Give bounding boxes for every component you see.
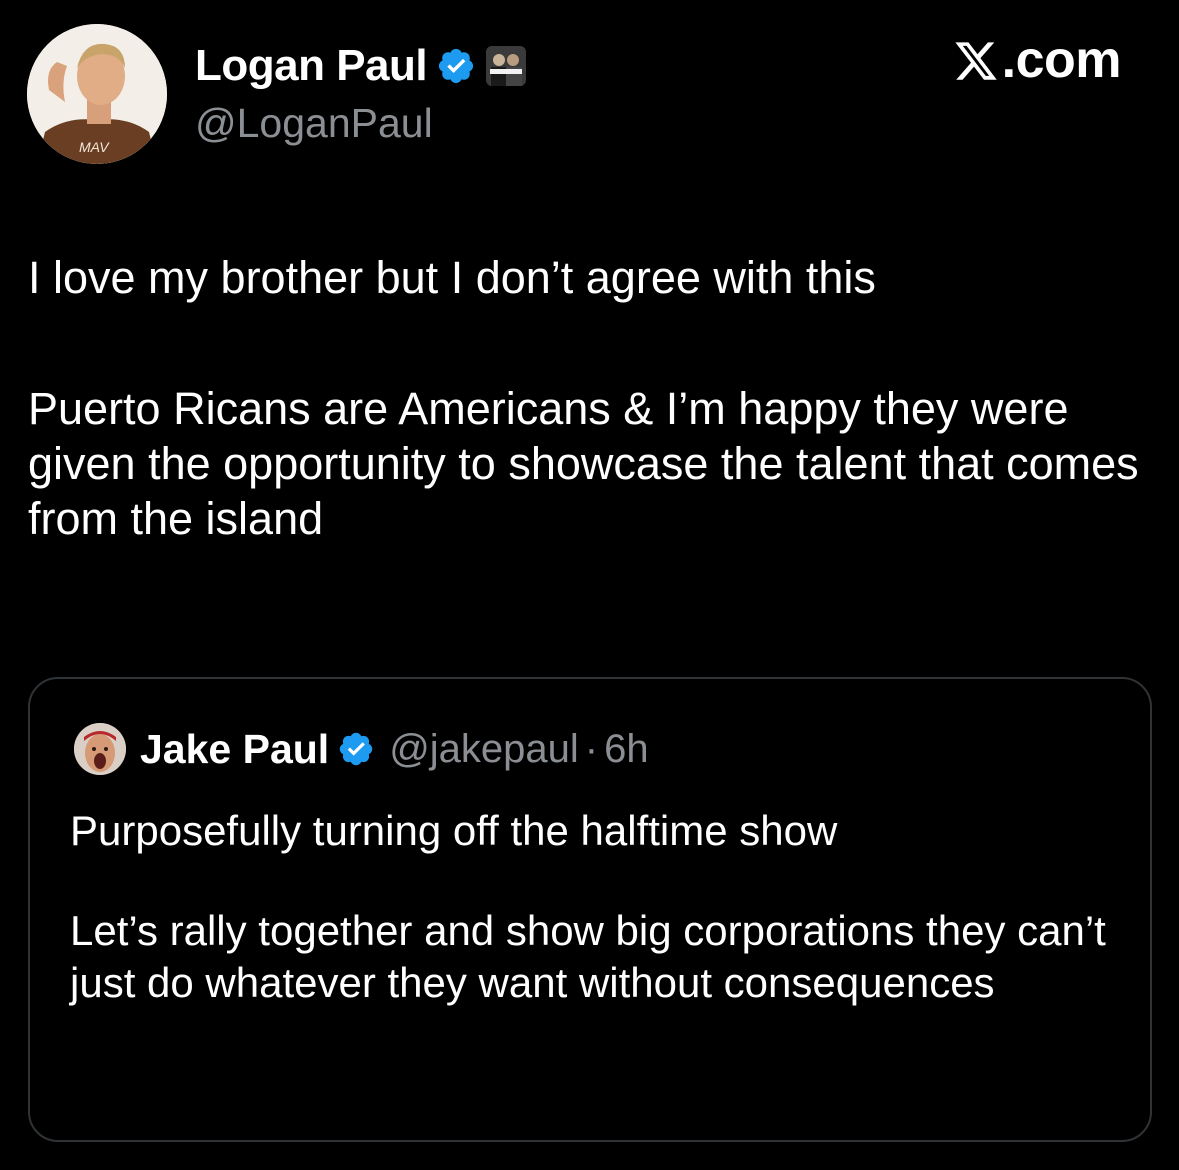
quoted-tweet-card[interactable]: Jake Paul @jakepaul · 6h Purposefully tu… bbox=[28, 677, 1152, 1142]
verified-badge-icon[interactable] bbox=[436, 46, 476, 86]
quoted-tweet-header: Jake Paul @jakepaul · 6h bbox=[74, 723, 649, 775]
author-block: Logan Paul @LoganPaul bbox=[195, 38, 527, 147]
affiliate-badge-icon[interactable] bbox=[486, 46, 527, 86]
x-logo-icon bbox=[953, 37, 999, 83]
x-com-brand: .com bbox=[953, 30, 1122, 90]
x-com-label: .com bbox=[1001, 31, 1122, 89]
author-name-row: Logan Paul bbox=[195, 38, 527, 94]
author-avatar-image: MAV bbox=[27, 24, 167, 164]
author-display-name[interactable]: Logan Paul bbox=[195, 41, 428, 91]
quoted-paragraph: Purposefully turning off the halftime sh… bbox=[70, 807, 838, 854]
quoted-verified-badge-icon bbox=[337, 730, 375, 768]
quoted-paragraph: Let’s rally together and show big corpor… bbox=[70, 907, 1106, 1006]
quoted-separator: · bbox=[584, 726, 599, 771]
author-avatar[interactable]: MAV bbox=[27, 24, 167, 164]
quoted-tweet-text: Purposefully turning off the halftime sh… bbox=[70, 805, 1130, 1009]
quoted-author-avatar-image bbox=[74, 723, 126, 775]
tweet-paragraph: Puerto Ricans are Americans & I’m happy … bbox=[28, 383, 1139, 544]
author-handle[interactable]: @LoganPaul bbox=[195, 100, 526, 147]
tweet-paragraph: I love my brother but I don’t agree with… bbox=[28, 252, 876, 303]
quoted-timestamp[interactable]: 6h bbox=[604, 727, 649, 772]
tweet-text: I love my brother but I don’t agree with… bbox=[28, 250, 1158, 546]
avatar-shirt-text: MAV bbox=[79, 139, 110, 155]
quoted-author-avatar[interactable] bbox=[74, 723, 126, 775]
quoted-author-handle[interactable]: @jakepaul bbox=[389, 727, 579, 772]
quoted-author-name[interactable]: Jake Paul bbox=[140, 726, 329, 773]
